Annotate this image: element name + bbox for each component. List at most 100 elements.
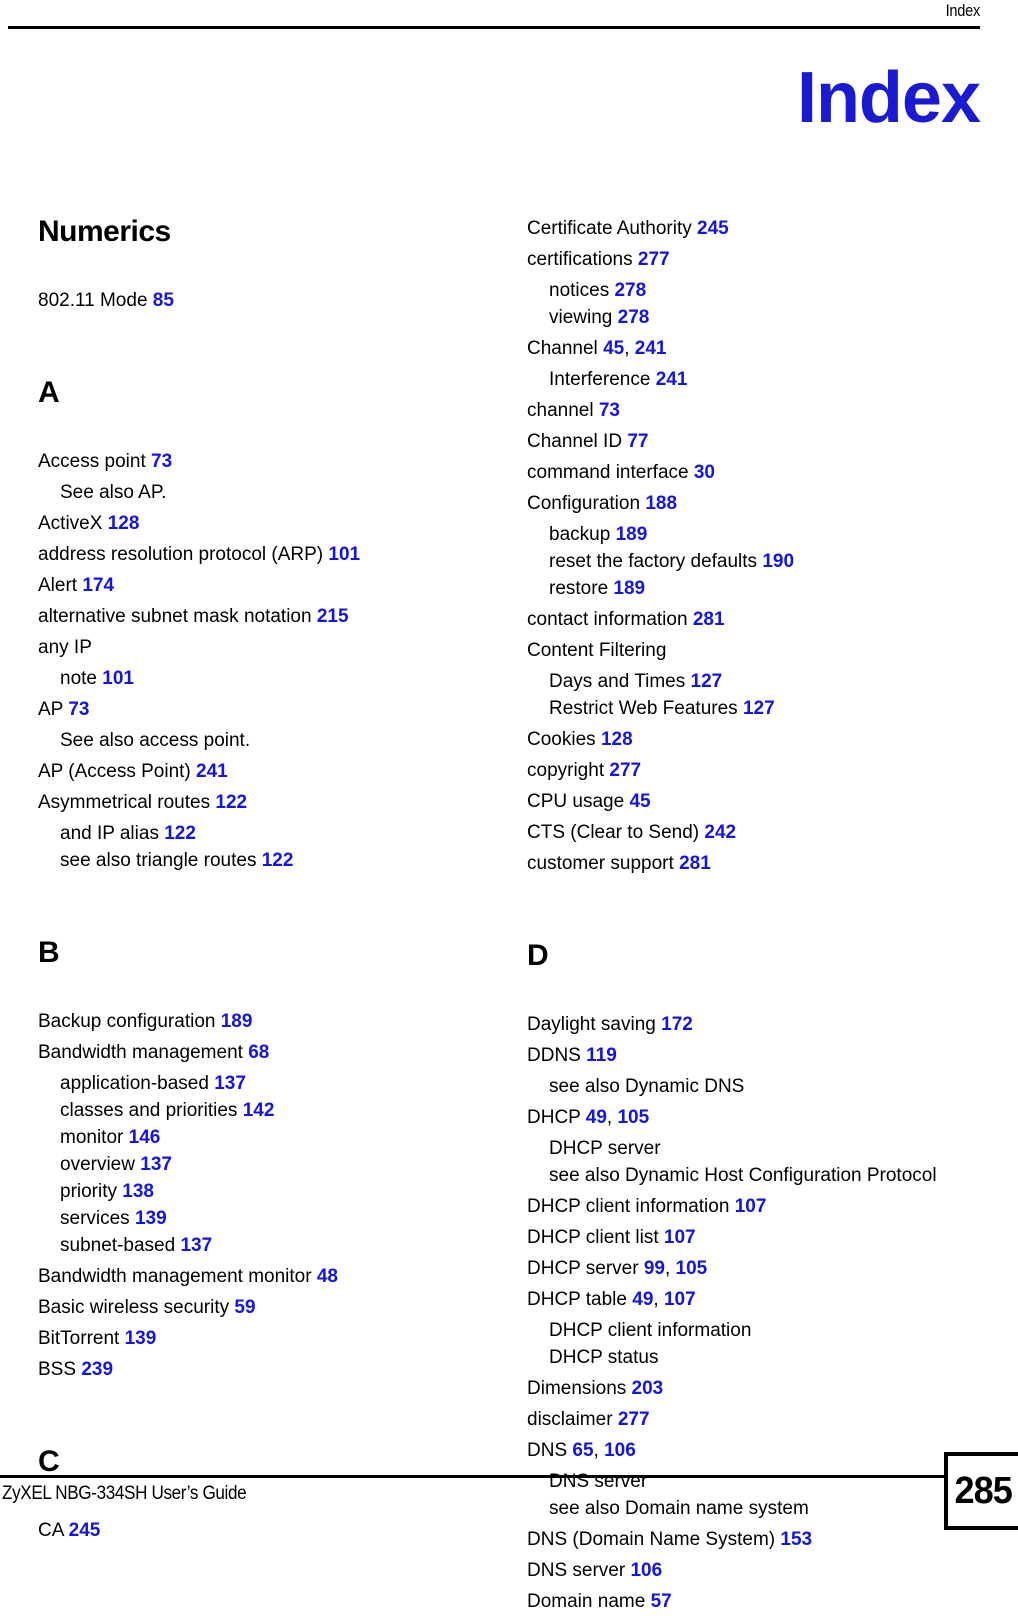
index-entry-page-reference[interactable]: 277 [638, 249, 670, 270]
page-reference-number[interactable]: 137 [180, 1235, 212, 1256]
page-reference-number[interactable]: 107 [664, 1289, 696, 1310]
index-entry-page-reference[interactable]: 68 [248, 1042, 269, 1063]
index-entry-page-reference[interactable]: 241 [196, 761, 228, 782]
page-reference-number[interactable]: 241 [635, 338, 667, 359]
index-entry-page-reference[interactable]: 73 [599, 400, 620, 421]
page-reference-number[interactable]: 128 [601, 729, 633, 750]
page-reference-number[interactable]: 137 [140, 1154, 172, 1175]
page-reference-number[interactable]: 85 [153, 290, 174, 311]
index-entry-page-reference[interactable]: 245 [69, 1520, 101, 1541]
index-entry-page-reference[interactable]: 137 [140, 1154, 172, 1175]
page-reference-number[interactable]: 239 [81, 1359, 113, 1380]
index-entry-page-reference[interactable]: 190 [762, 551, 794, 572]
page-reference-number[interactable]: 45 [603, 338, 624, 359]
page-reference-number[interactable]: 189 [221, 1011, 253, 1032]
page-reference-number[interactable]: 49 [632, 1289, 653, 1310]
index-entry-page-reference[interactable]: 241 [656, 369, 688, 390]
index-entry-page-reference[interactable]: 49, 105 [586, 1107, 649, 1128]
page-reference-number[interactable]: 139 [125, 1328, 157, 1349]
index-entry-page-reference[interactable]: 48 [317, 1266, 338, 1287]
page-reference-number[interactable]: 203 [632, 1378, 664, 1399]
index-entry-page-reference[interactable]: 172 [661, 1014, 693, 1035]
index-entry-page-reference[interactable]: 189 [613, 578, 645, 599]
index-entry-page-reference[interactable]: 142 [243, 1100, 275, 1121]
page-reference-number[interactable]: 189 [613, 578, 645, 599]
index-entry-page-reference[interactable]: 128 [108, 513, 140, 534]
index-entry-page-reference[interactable]: 245 [697, 218, 729, 239]
index-entry-page-reference[interactable]: 99, 105 [644, 1258, 707, 1279]
page-reference-number[interactable]: 68 [248, 1042, 269, 1063]
index-entry-page-reference[interactable]: 57 [651, 1591, 672, 1612]
page-reference-number[interactable]: 122 [215, 792, 247, 813]
index-entry-page-reference[interactable]: 215 [317, 606, 349, 627]
index-entry-page-reference[interactable]: 203 [632, 1378, 664, 1399]
page-reference-number[interactable]: 188 [645, 493, 677, 514]
index-entry-page-reference[interactable]: 85 [153, 290, 174, 311]
index-entry-page-reference[interactable]: 281 [693, 609, 725, 630]
page-reference-number[interactable]: 59 [234, 1297, 255, 1318]
page-reference-number[interactable]: 278 [618, 307, 650, 328]
index-entry-page-reference[interactable]: 107 [664, 1227, 696, 1248]
index-entry-page-reference[interactable]: 106 [630, 1560, 662, 1581]
page-reference-number[interactable]: 107 [735, 1196, 767, 1217]
page-reference-number[interactable]: 30 [694, 462, 715, 483]
page-reference-number[interactable]: 142 [243, 1100, 275, 1121]
index-entry-page-reference[interactable]: 45, 241 [603, 338, 666, 359]
index-entry-page-reference[interactable]: 122 [215, 792, 247, 813]
index-entry-page-reference[interactable]: 77 [627, 431, 648, 452]
index-entry-page-reference[interactable]: 189 [221, 1011, 253, 1032]
index-entry-page-reference[interactable]: 59 [234, 1297, 255, 1318]
page-reference-number[interactable]: 241 [196, 761, 228, 782]
page-reference-number[interactable]: 105 [676, 1258, 708, 1279]
page-reference-number[interactable]: 189 [616, 524, 648, 545]
index-entry-page-reference[interactable]: 73 [68, 699, 89, 720]
page-reference-number[interactable]: 277 [609, 760, 641, 781]
page-reference-number[interactable]: 137 [214, 1073, 246, 1094]
index-entry-page-reference[interactable]: 122 [164, 823, 196, 844]
page-reference-number[interactable]: 73 [599, 400, 620, 421]
page-reference-number[interactable]: 281 [693, 609, 725, 630]
page-reference-number[interactable]: 99 [644, 1258, 665, 1279]
index-entry-page-reference[interactable]: 65, 106 [572, 1440, 635, 1461]
page-reference-number[interactable]: 73 [151, 451, 172, 472]
index-entry-page-reference[interactable]: 188 [645, 493, 677, 514]
page-reference-number[interactable]: 106 [604, 1440, 636, 1461]
page-reference-number[interactable]: 128 [108, 513, 140, 534]
index-entry-page-reference[interactable]: 49, 107 [632, 1289, 695, 1310]
page-reference-number[interactable]: 277 [618, 1409, 650, 1430]
page-reference-number[interactable]: 122 [164, 823, 196, 844]
index-entry-page-reference[interactable]: 153 [780, 1529, 812, 1550]
page-reference-number[interactable]: 138 [122, 1181, 154, 1202]
index-entry-page-reference[interactable]: 119 [586, 1045, 617, 1066]
page-reference-number[interactable]: 277 [638, 249, 670, 270]
index-entry-page-reference[interactable]: 277 [609, 760, 641, 781]
index-entry-page-reference[interactable]: 278 [618, 307, 650, 328]
index-entry-page-reference[interactable]: 45 [629, 791, 650, 812]
page-reference-number[interactable]: 241 [656, 369, 688, 390]
page-reference-number[interactable]: 106 [630, 1560, 662, 1581]
index-entry-page-reference[interactable]: 137 [214, 1073, 246, 1094]
index-entry-page-reference[interactable]: 122 [262, 850, 294, 871]
index-entry-page-reference[interactable]: 73 [151, 451, 172, 472]
page-reference-number[interactable]: 101 [102, 668, 134, 689]
page-reference-number[interactable]: 174 [82, 575, 114, 596]
index-entry-page-reference[interactable]: 189 [616, 524, 648, 545]
index-entry-page-reference[interactable]: 277 [618, 1409, 650, 1430]
index-entry-page-reference[interactable]: 278 [614, 280, 646, 301]
index-entry-page-reference[interactable]: 281 [679, 853, 711, 874]
index-entry-page-reference[interactable]: 139 [125, 1328, 157, 1349]
page-reference-number[interactable]: 65 [572, 1440, 593, 1461]
index-entry-page-reference[interactable]: 174 [82, 575, 114, 596]
page-reference-number[interactable]: 242 [704, 822, 736, 843]
page-reference-number[interactable]: 77 [627, 431, 648, 452]
page-reference-number[interactable]: 281 [679, 853, 711, 874]
page-reference-number[interactable]: 107 [664, 1227, 696, 1248]
page-reference-number[interactable]: 101 [328, 544, 360, 565]
page-reference-number[interactable]: 45 [629, 791, 650, 812]
page-reference-number[interactable]: 190 [762, 551, 794, 572]
index-entry-page-reference[interactable]: 127 [743, 698, 775, 719]
page-reference-number[interactable]: 48 [317, 1266, 338, 1287]
page-reference-number[interactable]: 146 [129, 1127, 161, 1148]
page-reference-number[interactable]: 153 [780, 1529, 812, 1550]
page-reference-number[interactable]: 49 [586, 1107, 607, 1128]
